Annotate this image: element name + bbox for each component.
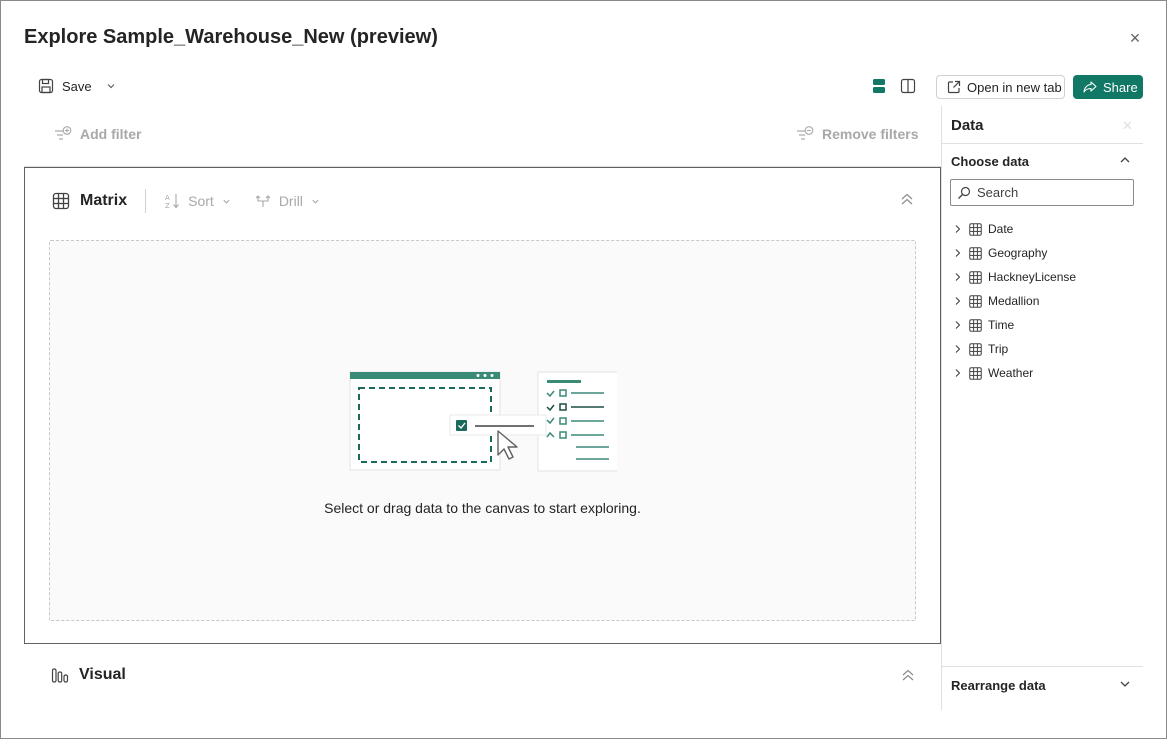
share-label: Share: [1103, 79, 1138, 95]
table-icon: [969, 222, 982, 236]
sort-button[interactable]: AZ Sort: [164, 192, 231, 210]
table-item-label: Geography: [988, 246, 1048, 260]
matrix-grid-icon: [52, 192, 70, 210]
chevron-right-icon[interactable]: [954, 248, 962, 258]
chevron-right-icon[interactable]: [954, 224, 962, 234]
drill-icon: [255, 193, 271, 209]
divider: [942, 666, 1143, 667]
svg-text:Z: Z: [165, 202, 170, 210]
collapse-up-icon[interactable]: [900, 192, 914, 206]
chevron-down-icon: [222, 197, 231, 206]
table-icon: [969, 366, 982, 380]
table-icon: [969, 318, 982, 332]
visual-title: Visual: [79, 666, 126, 683]
table-icon: [969, 246, 982, 260]
table-item-medallion[interactable]: Medallion: [954, 289, 1076, 313]
table-icon: [969, 270, 982, 284]
data-pane: Data ✕ Choose data Date Geography Hackne…: [941, 106, 1143, 710]
save-button[interactable]: Save: [62, 79, 92, 94]
drill-button[interactable]: Drill: [255, 193, 320, 209]
chevron-down-icon[interactable]: [106, 81, 116, 91]
data-pane-title: Data: [951, 117, 984, 134]
toolbar-divider: [145, 189, 147, 213]
open-in-new-tab-button[interactable]: Open in new tab: [936, 75, 1065, 99]
table-item-label: Time: [988, 318, 1015, 332]
visual-panel: Visual: [24, 644, 941, 710]
table-icon: [969, 342, 982, 356]
table-item-label: Medallion: [988, 294, 1040, 308]
save-menu[interactable]: Save: [38, 76, 116, 96]
view-toggle-group: [871, 77, 916, 95]
close-pane-icon[interactable]: ✕: [1122, 118, 1133, 134]
chevron-down-icon: [311, 197, 320, 206]
stacked-view-icon[interactable]: [871, 77, 887, 95]
filter-bar: Add filter Remove filters: [24, 106, 941, 167]
visual-header: Visual: [51, 666, 126, 684]
svg-text:A: A: [165, 194, 170, 202]
table-item-hackneylicense[interactable]: HackneyLicense: [954, 265, 1076, 289]
search-icon: [957, 186, 971, 200]
bar-chart-icon: [51, 666, 69, 684]
divider: [942, 143, 1143, 144]
table-item-label: HackneyLicense: [988, 270, 1077, 284]
add-filter-button[interactable]: Add filter: [54, 126, 141, 142]
canvas-drop-zone[interactable]: Select or drag data to the canvas to sta…: [49, 240, 916, 621]
table-item-weather[interactable]: Weather: [954, 361, 1076, 385]
table-icon: [969, 294, 982, 308]
table-item-trip[interactable]: Trip: [954, 337, 1076, 361]
rearrange-data-heading[interactable]: Rearrange data: [951, 678, 1046, 693]
table-item-date[interactable]: Date: [954, 217, 1076, 241]
share-button[interactable]: Share: [1073, 75, 1143, 99]
empty-canvas-illustration: [347, 369, 617, 479]
matrix-panel: Matrix AZ Sort Drill Select or drag data…: [24, 167, 941, 644]
add-filter-icon: [54, 126, 72, 142]
table-item-label: Date: [988, 222, 1014, 236]
table-item-label: Weather: [988, 366, 1034, 380]
search-field[interactable]: [950, 179, 1134, 206]
dialog-title: Explore Sample_Warehouse_New (preview): [24, 26, 438, 48]
remove-filter-icon: [796, 126, 814, 142]
chevron-right-icon[interactable]: [954, 344, 962, 354]
chevron-right-icon[interactable]: [954, 272, 962, 282]
sort-label: Sort: [188, 193, 214, 209]
table-item-time[interactable]: Time: [954, 313, 1076, 337]
add-filter-label: Add filter: [80, 126, 142, 142]
open-in-new-tab-label: Open in new tab: [967, 79, 1062, 95]
chevron-down-icon[interactable]: [1119, 678, 1131, 690]
table-item-geography[interactable]: Geography: [954, 241, 1076, 265]
drill-label: Drill: [278, 193, 303, 209]
side-by-side-view-icon[interactable]: [900, 77, 916, 95]
empty-canvas-message: Select or drag data to the canvas to sta…: [324, 500, 641, 516]
matrix-header: Matrix AZ Sort Drill: [52, 189, 320, 213]
chevron-right-icon[interactable]: [954, 368, 962, 378]
table-item-label: Trip: [988, 342, 1009, 356]
choose-data-heading: Choose data: [951, 154, 1030, 169]
sort-az-icon: AZ: [164, 192, 180, 210]
save-icon: [38, 78, 54, 94]
share-icon: [1083, 80, 1097, 94]
collapse-up-icon[interactable]: [901, 668, 915, 682]
table-list: Date Geography HackneyLicense Medallion …: [954, 217, 1076, 385]
close-icon[interactable]: ×: [1125, 28, 1145, 48]
remove-filters-button[interactable]: Remove filters: [796, 126, 918, 142]
matrix-title: Matrix: [80, 192, 128, 209]
search-input[interactable]: [977, 185, 1127, 200]
chevron-right-icon[interactable]: [954, 296, 962, 306]
chevron-right-icon[interactable]: [954, 320, 962, 330]
chevron-up-icon[interactable]: [1119, 154, 1131, 166]
remove-filters-label: Remove filters: [822, 126, 919, 142]
open-external-icon: [947, 80, 961, 94]
